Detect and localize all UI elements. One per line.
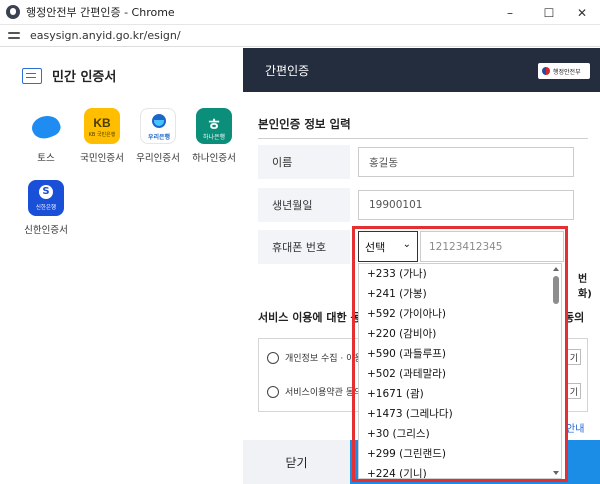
consent-label: 서비스이용약관 동의	[285, 388, 363, 398]
kb-logo-icon: KB KB 국민은행	[84, 108, 120, 144]
country-option[interactable]: +1473 (그레나다)	[359, 404, 561, 424]
country-option[interactable]: +299 (그린랜드)	[359, 444, 561, 464]
certificate-icon	[22, 67, 42, 84]
private-cert-header: 민간 인증서	[22, 66, 116, 85]
view-privacy-button[interactable]: 기	[567, 349, 581, 365]
gov-badge: 행정안전부	[538, 63, 590, 79]
country-option[interactable]: +1671 (괌)	[359, 384, 561, 404]
country-option[interactable]: +241 (가봉)	[359, 284, 561, 304]
window-title: 행정안전부 간편인증 - Chrome	[26, 6, 175, 19]
country-option[interactable]: +224 (기니)	[359, 464, 561, 478]
provider-woori[interactable]: 우리은행 우리인증서	[130, 108, 186, 164]
guide-link[interactable]: 안내	[566, 420, 584, 435]
option-scrollbar[interactable]	[552, 264, 560, 478]
shinhan-logo-icon: 신한은행	[28, 180, 64, 216]
chevron-down-icon: ⌄	[402, 239, 411, 250]
radio-button[interactable]	[267, 351, 279, 364]
provider-name: 토스	[37, 153, 55, 164]
country-code-select[interactable]: 선택 ⌄	[358, 231, 418, 262]
provider-name: 신한인증서	[24, 225, 68, 236]
taegeuk-icon	[542, 67, 550, 75]
phone-input[interactable]: 12123412345	[420, 231, 564, 262]
view-terms-button[interactable]: 기	[567, 383, 581, 399]
country-option-list[interactable]: +233 (가나) +241 (가봉) +592 (가이아나) +220 (감비…	[358, 263, 562, 479]
name-label: 이름	[258, 145, 350, 179]
woori-logo-sub: 우리은행	[147, 134, 171, 141]
hana-logo-icon: ㅎ 하나은행	[196, 108, 232, 144]
simple-auth-title: 간편인증	[265, 64, 310, 78]
provider-name: 우리인증서	[136, 153, 180, 164]
consent-item-terms[interactable]: 서비스이용약관 동의	[267, 385, 362, 398]
scroll-up-arrow-icon[interactable]	[553, 267, 559, 271]
hana-logo-sub: 하나은행	[202, 134, 226, 141]
site-settings-icon[interactable]	[8, 31, 20, 41]
kb-logo-text: KB	[93, 116, 111, 130]
country-option[interactable]: +220 (감비아)	[359, 324, 561, 344]
country-option[interactable]: +233 (가나)	[359, 264, 561, 284]
toss-logo-icon	[28, 108, 64, 144]
maximize-button[interactable]: ☐	[531, 0, 567, 25]
provider-toss[interactable]: 토스	[18, 108, 74, 164]
minimize-button[interactable]: –	[492, 0, 528, 25]
provider-kb[interactable]: KB KB 국민은행 국민인증서	[74, 108, 130, 164]
provider-name: 하나인증서	[192, 153, 236, 164]
consent-title: 서비스 이용에 대한 동	[258, 311, 361, 324]
shinhan-logo-sub: 신한은행	[35, 205, 57, 211]
address-bar[interactable]: easysign.anyid.go.kr/esign/	[0, 25, 600, 47]
provider-shinhan[interactable]: 신한은행 신한인증서	[18, 180, 74, 236]
form-divider	[258, 138, 588, 139]
close-button[interactable]: 닫기	[243, 440, 350, 484]
country-option[interactable]: +592 (가이아나)	[359, 304, 561, 324]
birth-input[interactable]: 19900101	[358, 190, 574, 220]
simple-auth-header: 간편인증 행정안전부	[243, 48, 600, 92]
country-code-dropdown: 선택 ⌄ 12123412345 +233 (가나) +241 (가봉) +59…	[358, 231, 566, 481]
provider-hana[interactable]: ㅎ 하나은행 하나인증서	[186, 108, 242, 164]
private-cert-heading: 민간 인증서	[52, 70, 117, 85]
scroll-thumb[interactable]	[553, 276, 559, 304]
birth-label: 생년월일	[258, 188, 350, 222]
private-cert-panel: 민간 인증서 토스 KB KB 국민은행 국민인증서 우리은행 우리인증서 ㅎ …	[0, 48, 243, 484]
app-icon	[6, 5, 20, 19]
country-option[interactable]: +30 (그리스)	[359, 424, 561, 444]
tel-note: 번화)	[578, 274, 592, 300]
phone-label: 휴대폰 번호	[258, 230, 350, 264]
consent-label: 개인정보 수집 · 이용	[285, 354, 363, 364]
kb-logo-sub: KB 국민은행	[88, 132, 116, 138]
url-text: easysign.anyid.go.kr/esign/	[30, 29, 181, 42]
close-window-button[interactable]: ✕	[564, 0, 600, 25]
name-input[interactable]: 홍길동	[358, 147, 574, 177]
form-title: 본인인증 정보 입력	[258, 117, 351, 131]
country-option[interactable]: +590 (과들루프)	[359, 344, 561, 364]
country-option[interactable]: +502 (과테말라)	[359, 364, 561, 384]
woori-logo-icon: 우리은행	[140, 108, 176, 144]
radio-button[interactable]	[267, 385, 279, 398]
window-titlebar: 행정안전부 간편인증 - Chrome – ☐ ✕	[0, 0, 600, 25]
gov-badge-text: 행정안전부	[553, 68, 581, 76]
scroll-down-arrow-icon[interactable]	[553, 471, 559, 475]
select-value: 선택	[365, 240, 386, 254]
consent-item-privacy[interactable]: 개인정보 수집 · 이용	[267, 351, 363, 364]
consent-tail: 동의	[564, 311, 585, 324]
provider-name: 국민인증서	[80, 153, 124, 164]
